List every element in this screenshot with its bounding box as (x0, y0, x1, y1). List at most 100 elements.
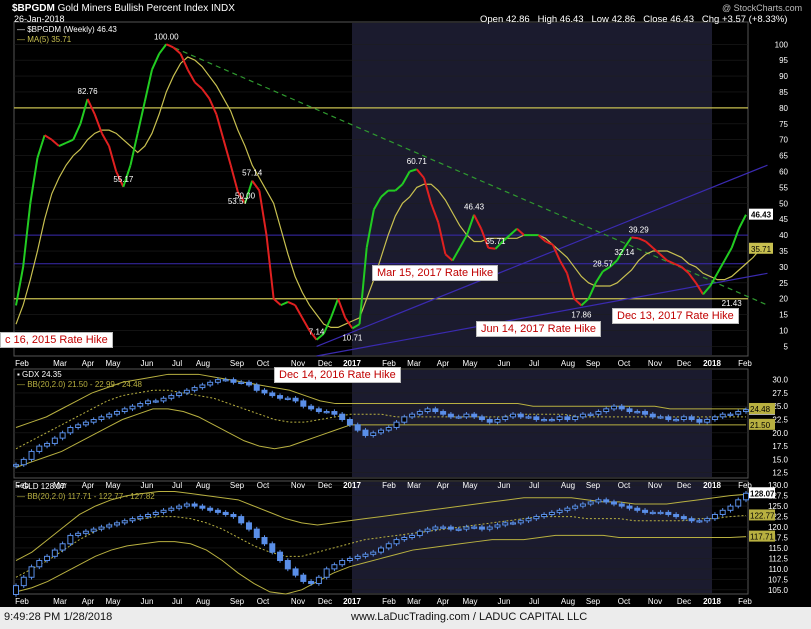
gdx-candle (385, 426, 392, 431)
gdx-candle (510, 413, 517, 418)
x-tick-label-2: Apr (82, 597, 95, 606)
x-tick-label-1: Sep (586, 481, 601, 490)
value-annotation: 32.14 (614, 248, 635, 257)
chart-date: 26-Jan-2018 (14, 14, 65, 24)
gdx-candle (137, 403, 144, 407)
year-2017-shading-0 (352, 23, 712, 355)
gld-candle (300, 574, 307, 582)
gld-candle (207, 507, 214, 511)
bp-y-tick-label: 85 (779, 88, 788, 97)
gld-candle (370, 551, 377, 555)
gld-candle (106, 524, 113, 528)
gld-candle (346, 557, 353, 562)
x-tick-label-1: May (105, 481, 120, 490)
x-tick-label-2: Feb (382, 597, 396, 606)
gld-candle (137, 516, 144, 520)
gld-candle (564, 507, 571, 511)
gld-candle (113, 522, 120, 526)
x-tick-label-2: Dec (318, 597, 332, 606)
gld-candle (525, 518, 532, 522)
gdx-value-label: 21.50 (750, 421, 771, 430)
x-tick-label-1: Jun (141, 481, 154, 490)
x-tick-label-1: Jul (529, 481, 539, 490)
legend-bpgdm: — $BPGDM (Weekly) 46.43 (17, 25, 117, 34)
last-value-label: 46.43 (751, 211, 772, 220)
value-annotation: 82.76 (78, 87, 99, 96)
gld-candle (603, 499, 610, 503)
gdx-candle (471, 413, 478, 418)
x-tick-label-2: 2017 (343, 597, 361, 606)
x-tick-label-2: Nov (291, 597, 305, 606)
x-tick-label-0: Jun (498, 359, 511, 368)
gdx-candle (292, 397, 299, 402)
bp-y-tick-label: 30 (779, 263, 788, 272)
gld-candle (292, 568, 299, 576)
gdx-candle (665, 416, 672, 421)
gld-candle (657, 511, 664, 515)
x-tick-label-0: Sep (586, 359, 601, 368)
x-tick-label-0: Nov (648, 359, 662, 368)
gdx-candle (160, 397, 167, 402)
callout-jun-2017: Jun 14, 2017 Rate Hike (476, 321, 601, 337)
x-tick-label-0: Mar (53, 359, 67, 368)
gdx-candle (673, 419, 680, 422)
gdx-candle (315, 408, 322, 413)
x-tick-label-1: 2017 (343, 481, 361, 490)
gld-candle (727, 505, 734, 511)
x-tick-label-0: May (105, 359, 120, 368)
gdx-candle (362, 429, 369, 436)
gld-candle (572, 505, 579, 509)
gdx-candle (525, 416, 532, 419)
x-tick-label-2: Jun (141, 597, 154, 606)
gdx-candle (82, 421, 89, 426)
value-annotation: 50.00 (235, 191, 256, 200)
x-tick-label-2: Sep (230, 597, 245, 606)
gdx-candle (603, 408, 610, 413)
x-tick-label-2: Oct (618, 597, 631, 606)
gld-candle (424, 528, 431, 532)
symbol: $BPGDM (12, 3, 55, 14)
gld-candle (354, 555, 361, 559)
x-tick-label-1: Apr (82, 481, 95, 490)
close-value: 46.43 (670, 14, 694, 25)
x-tick-label-2: Jul (529, 597, 539, 606)
x-tick-label-1: Apr (437, 481, 450, 490)
gld-candle (145, 513, 152, 518)
bp-y-tick-label: 100 (775, 40, 789, 49)
gld-y-tick-label: 107.5 (768, 575, 789, 584)
gld-candle (59, 543, 66, 551)
gld-candle (393, 539, 400, 545)
gld-candle (183, 503, 190, 507)
bp-y-tick-label: 10 (779, 327, 788, 336)
gld-value-label: 128.07 (750, 489, 775, 498)
gld-candle (416, 530, 423, 536)
chart-canvas: 5 10 15 20 25 30 35 40 45 50 55 60 65 70 75 80 85 90 95 100… (13, 21, 789, 606)
gdx-candle (370, 432, 377, 436)
bp-y-tick-label: 90 (779, 72, 788, 81)
gdx-candle (145, 400, 152, 405)
gdx-candle (533, 416, 540, 421)
gdx-candle (20, 458, 27, 466)
gld-candle (556, 509, 563, 513)
x-tick-label-1: Oct (257, 481, 270, 490)
gdx-candle (230, 379, 237, 383)
gld-candle (160, 509, 167, 513)
x-tick-label-1: Dec (677, 481, 691, 490)
gdx-candle (331, 411, 338, 415)
x-tick-label-0: Aug (561, 359, 575, 368)
x-tick-label-0: Jun (141, 359, 154, 368)
callout-dec-2017: Dec 13, 2017 Rate Hike (612, 308, 739, 324)
bpgdm-segment (488, 246, 496, 250)
x-tick-label-2: May (462, 597, 477, 606)
high-value: 46.43 (559, 14, 584, 25)
gdx-candle (401, 416, 408, 423)
gld-candle (362, 553, 369, 557)
x-tick-label-1: Nov (648, 481, 662, 490)
x-tick-label-2: 2018 (703, 597, 721, 606)
gld-y-tick-label: 112.5 (769, 554, 789, 563)
gdx-candle (548, 419, 555, 422)
gdx-candle (409, 413, 416, 418)
gdx-candle (199, 384, 206, 389)
x-tick-label-0: Mar (407, 359, 421, 368)
value-annotation: 57.14 (242, 169, 263, 178)
